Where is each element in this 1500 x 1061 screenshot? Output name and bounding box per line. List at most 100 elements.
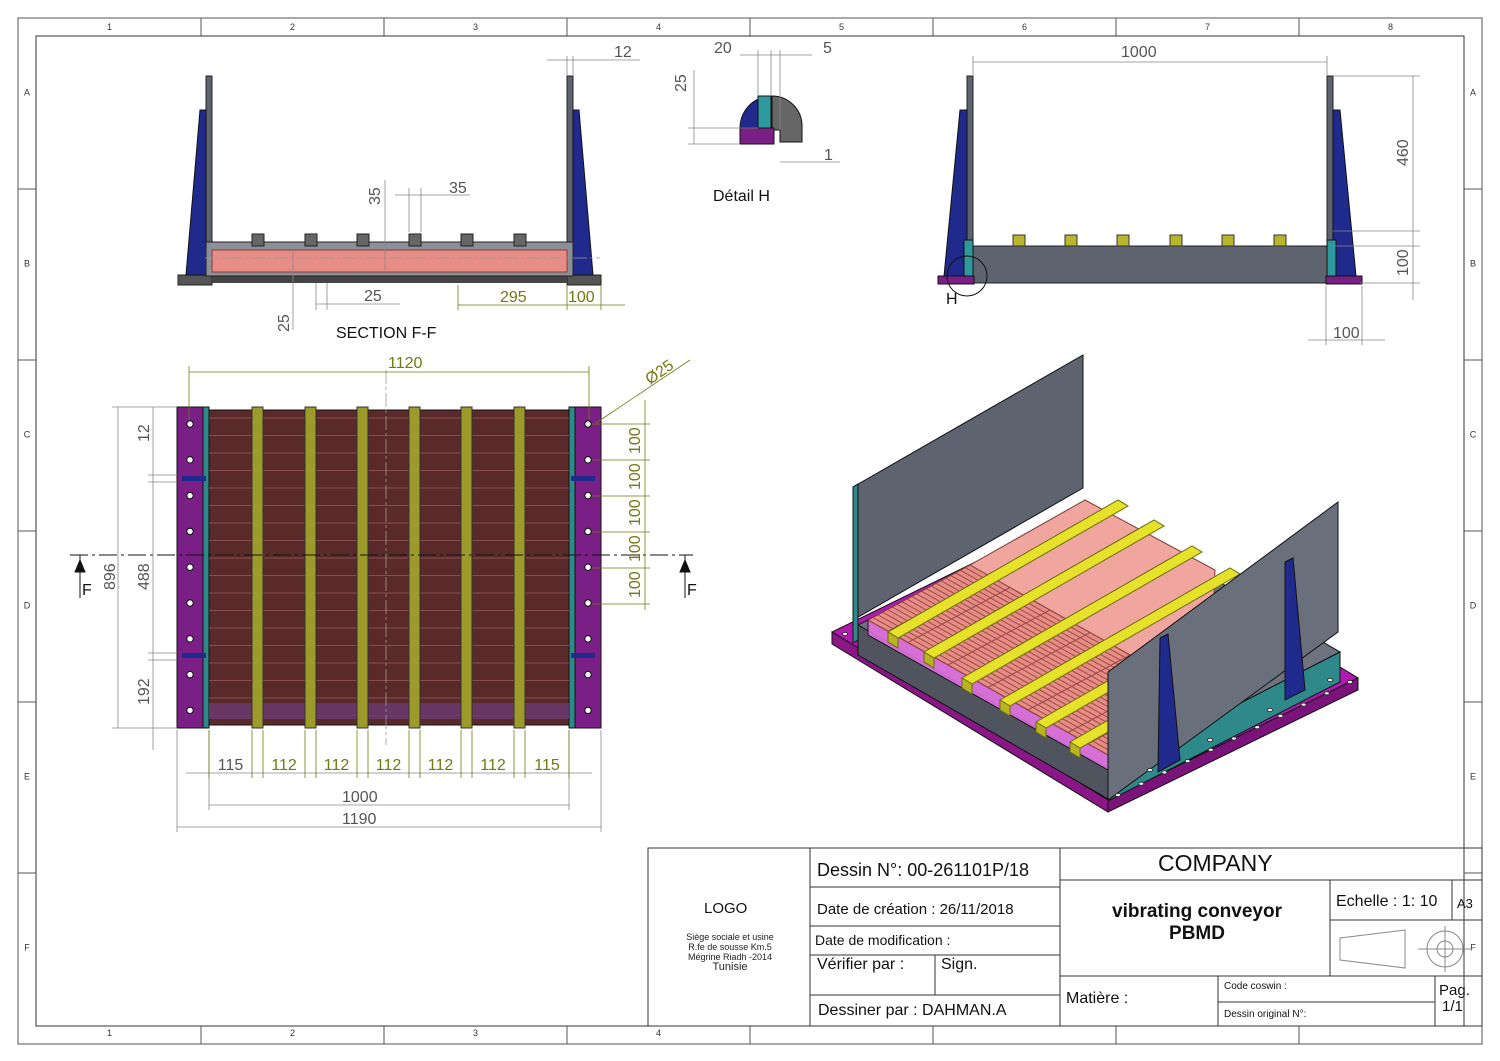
detail-label: Détail H: [713, 188, 770, 205]
mounting-hole: [584, 527, 592, 536]
zone-row-label: D: [24, 601, 31, 611]
dim-section-35-vertical: 35: [367, 187, 384, 205]
zone-column-label: 2: [290, 1028, 295, 1038]
zone-column-label: 4: [656, 22, 661, 32]
dim-plan-1000: 1000: [342, 789, 378, 806]
zone-column-label: 8: [1388, 22, 1393, 32]
signature-label: Sign.: [941, 956, 978, 973]
iso-mounting-hole: [1161, 770, 1168, 775]
dim-section-25-vertical: 25: [276, 314, 293, 332]
dim-detail-25: 25: [673, 74, 690, 92]
dim-plan-bottom: 112: [271, 757, 297, 774]
zone-column-label: 5: [839, 22, 844, 32]
dim-section-25-horizontal: 25: [364, 288, 382, 305]
mounting-hole: [186, 635, 194, 643]
side-view: [937, 75, 1363, 297]
section-marker-right: F: [687, 582, 697, 599]
mounting-hole: [584, 420, 592, 428]
address-line: Siège sociale et usine: [686, 932, 774, 942]
iso-mounting-hole: [1207, 747, 1214, 752]
dim-side-1000: 1000: [1121, 44, 1157, 61]
iso-mounting-hole: [1207, 737, 1213, 743]
coswin-code: Code coswin :: [1224, 981, 1287, 992]
zone-row-label: C: [1470, 430, 1477, 440]
iso-mounting-hole: [1300, 702, 1307, 707]
drawing-number: Dessin N°: 00-261101P/18: [817, 860, 1029, 880]
isometric-view: [830, 354, 1360, 813]
logo-placeholder: LOGO: [704, 900, 748, 917]
detail-view: [739, 95, 803, 145]
zone-column-label: 1: [107, 22, 112, 32]
section-label: SECTION F-F: [336, 325, 437, 342]
iso-mounting-hole: [1147, 767, 1153, 773]
iso-mounting-hole: [1254, 725, 1261, 730]
dim-plan-bottom: 112: [480, 757, 506, 774]
dim-plan-hole-diameter: Ø25: [643, 357, 678, 388]
drawn-by: Dessiner par : DAHMAN.A: [818, 1002, 1007, 1019]
dim-plan-bottom: 112: [324, 757, 350, 774]
side-dimension-lines: [972, 56, 1420, 345]
title-line-1: vibrating conveyor: [1112, 901, 1282, 922]
mounting-hole: [584, 635, 592, 643]
dim-plan-pitch: 100: [627, 535, 644, 562]
dim-detail-20: 20: [714, 40, 732, 57]
dim-section-100: 100: [568, 289, 595, 306]
address-line: Tunisie: [712, 961, 748, 973]
mounting-hole: [186, 563, 194, 571]
zone-column-label: 2: [290, 22, 295, 32]
zone-column-label: 1: [107, 1028, 112, 1038]
zone-row-label: A: [24, 88, 30, 98]
iso-mounting-hole: [1323, 691, 1330, 696]
zone-row-label: A: [1470, 88, 1476, 98]
dim-side-100-horizontal: 100: [1333, 325, 1360, 342]
zone-row-label: B: [24, 259, 30, 269]
drawing-title: vibrating conveyor PBMD: [1062, 901, 1332, 945]
slot-marker: [571, 476, 595, 481]
dim-plan-pitch: 100: [627, 499, 644, 526]
zone-column-label: 3: [473, 1028, 478, 1038]
mounting-hole: [584, 670, 592, 679]
material: Matière :: [1066, 990, 1129, 1007]
dim-plan-bottom: 112: [376, 757, 402, 774]
company-address: Siège sociale et usine R.fe de sousse Km…: [660, 932, 800, 973]
slot-marker: [182, 476, 206, 481]
iso-mounting-hole: [1347, 679, 1353, 685]
paper-format: A3: [1457, 896, 1473, 911]
dim-plan-1120: 1120: [388, 355, 423, 372]
mounting-hole: [584, 456, 592, 464]
zone-row-label: E: [24, 772, 30, 782]
zone-row-label: F: [1470, 943, 1476, 953]
scale: Echelle : 1: 10: [1336, 893, 1438, 910]
address-line: R.fe de sousse Km.5: [688, 942, 772, 952]
iso-mounting-hole: [1277, 713, 1284, 719]
dim-plan-bottom: 115: [218, 757, 244, 774]
mounting-hole: [186, 527, 194, 536]
dim-plan-pitch: 100: [627, 463, 644, 490]
dim-plan-pitch: 100: [627, 571, 644, 598]
plan-view: [70, 370, 693, 745]
dim-plan-488: 488: [136, 563, 153, 590]
mounting-hole: [584, 599, 592, 607]
mounting-hole: [186, 456, 194, 464]
section-olive-dimensions: [457, 285, 625, 310]
iso-mounting-hole: [1115, 792, 1121, 798]
modification-date: Date de modification :: [815, 932, 951, 948]
mounting-hole: [186, 491, 194, 500]
mounting-hole: [584, 706, 592, 715]
dim-plan-12: 12: [136, 424, 153, 442]
zone-row-label: B: [1470, 259, 1476, 269]
dim-side-460: 460: [1395, 139, 1412, 166]
zone-column-label: 6: [1022, 22, 1027, 32]
verified-by: Vérifier par :: [817, 956, 905, 973]
dim-detail-1: 1: [824, 147, 833, 164]
dim-section-295: 295: [500, 289, 527, 306]
mounting-hole: [186, 670, 194, 679]
mounting-hole: [186, 420, 194, 428]
dim-section-12: 12: [614, 44, 632, 61]
zone-column-label: 7: [1205, 22, 1210, 32]
mounting-hole: [584, 563, 592, 571]
zone-column-label: 4: [656, 1028, 661, 1038]
dim-plan-1190: 1190: [342, 811, 377, 828]
zone-row-label: F: [24, 943, 30, 953]
creation-date: Date de création : 26/11/2018: [817, 901, 1014, 918]
